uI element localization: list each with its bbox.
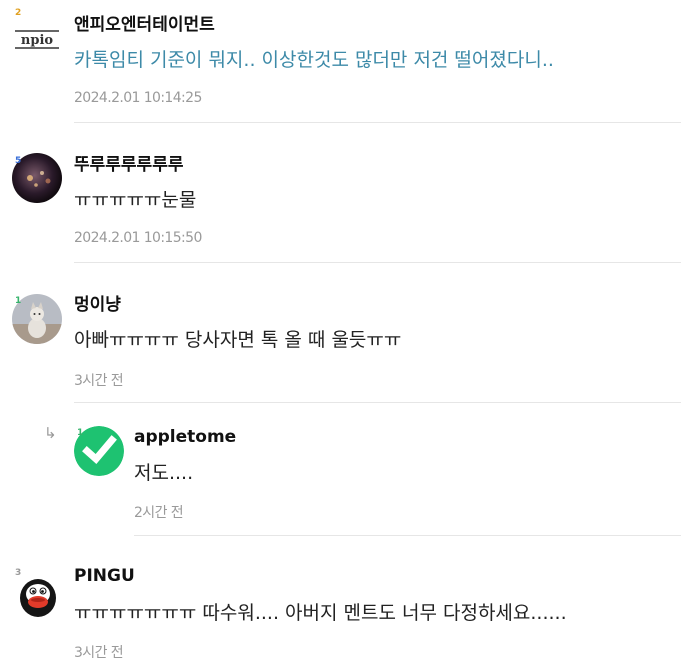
reply-item: ↳ 1 appletome 저도.... 2시간 전 [0, 420, 681, 543]
divider [74, 402, 681, 403]
comment-timestamp: 3시간 전 [74, 373, 124, 389]
comment-author[interactable]: PINGU [74, 566, 135, 586]
comment-text: 아빠ㅠㅠㅠㅠ 당사자면 톡 올 때 울듯ㅠㅠ [74, 329, 402, 351]
comment-item: 1 멍이냥 아빠ㅠㅠㅠㅠ 당사자면 톡 올 때 울듯ㅠㅠ 3시간 전 [0, 280, 681, 403]
reply-arrow-icon: ↳ [44, 424, 57, 442]
level-badge: 1 [77, 428, 84, 438]
avatar[interactable]: npio [12, 12, 62, 62]
divider [134, 535, 681, 536]
comment-item: npio 2 앤피오엔터테이먼트 카톡임티 기준이 뭐지.. 이상한것도 많더만… [0, 0, 681, 123]
comment-item: 3 PINGU ㅠㅠㅠㅠㅠㅠㅠ 따수워.... 아버지 멘트도 너무 다정하세요… [0, 556, 681, 661]
level-badge: 1 [15, 296, 22, 306]
level-badge: 3 [15, 568, 22, 578]
comment-text: ㅠㅠㅠㅠㅠㅠㅠ 따수워.... 아버지 멘트도 너무 다정하세요...... [74, 602, 567, 624]
divider [74, 122, 681, 123]
comment-text: ㅠㅠㅠㅠㅠ눈물 [74, 189, 197, 211]
comment-timestamp: 2024.2.01 10:15:50 [74, 230, 202, 246]
npio-logo-icon: npio [12, 12, 62, 62]
comment-text: 카톡임티 기준이 뭐지.. 이상한것도 많더만 저건 떨어졌다니.. [74, 49, 554, 71]
comment-author[interactable]: appletome [134, 427, 236, 447]
comment-author[interactable]: 앤피오엔터테이먼트 [74, 10, 215, 35]
comment-item: 5 뚜루루루루루루 ㅠㅠㅠㅠㅠ눈물 2024.2.01 10:15:50 [0, 140, 681, 263]
svg-text:npio: npio [21, 33, 53, 48]
comment-author[interactable]: 멍이냥 [74, 290, 121, 315]
level-badge: 5 [15, 156, 22, 166]
comment-timestamp: 2024.2.01 10:14:25 [74, 90, 202, 106]
comment-text: 저도.... [134, 462, 194, 484]
comment-timestamp: 3시간 전 [74, 645, 124, 661]
divider [74, 262, 681, 263]
comment-timestamp: 2시간 전 [134, 505, 184, 521]
comment-author[interactable]: 뚜루루루루루루 [74, 150, 183, 175]
level-badge: 2 [15, 8, 22, 18]
